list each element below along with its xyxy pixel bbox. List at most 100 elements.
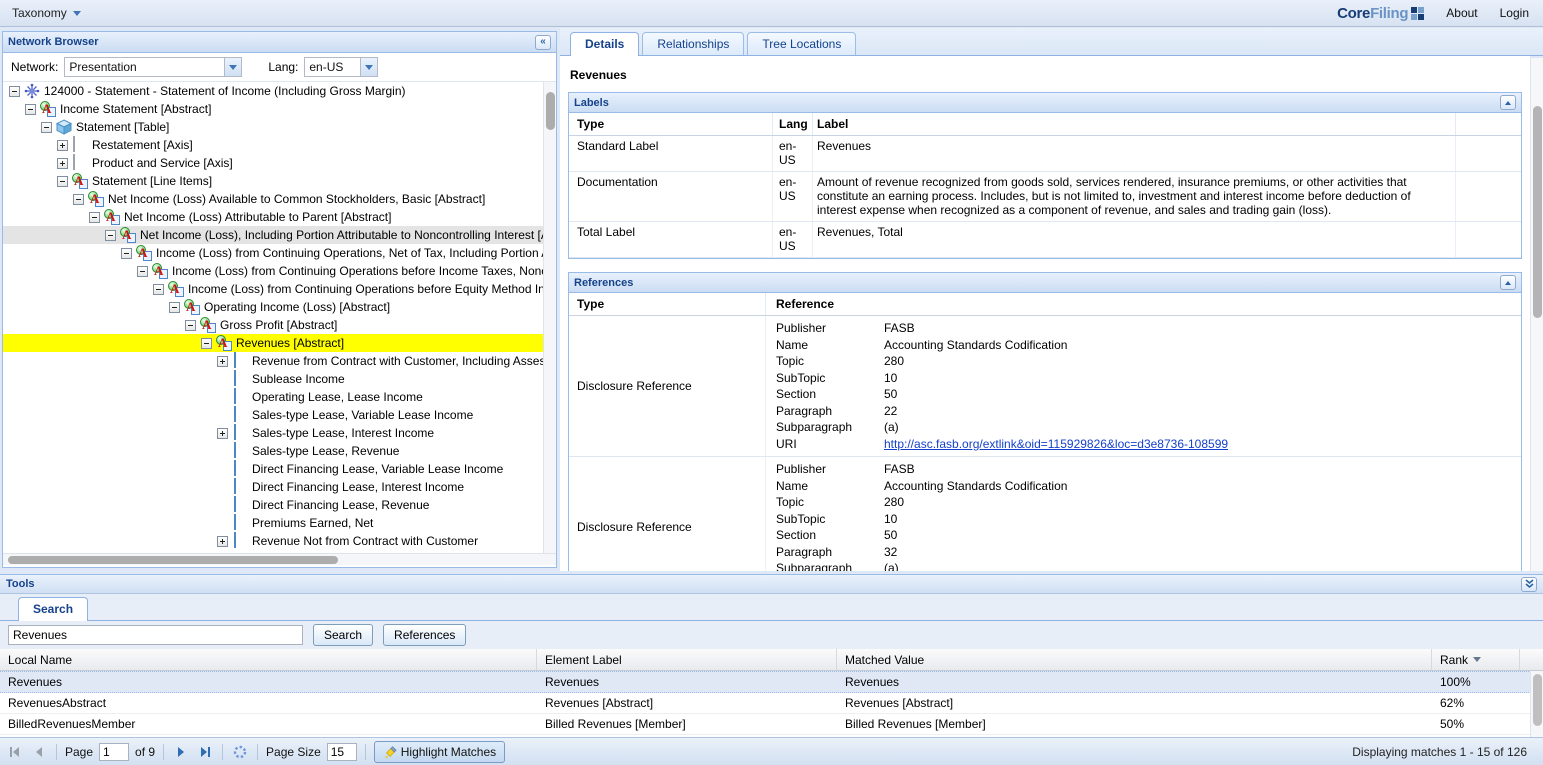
- collapse-toggle[interactable]: [105, 230, 116, 241]
- network-select-dropdown-button[interactable]: [224, 58, 241, 76]
- lang-select[interactable]: en-US: [304, 57, 378, 77]
- collapse-toggle[interactable]: [73, 194, 84, 205]
- collapse-labels-button[interactable]: [1500, 95, 1516, 110]
- tree-row[interactable]: Operating Lease, Lease Income: [3, 388, 543, 406]
- tree-row[interactable]: Direct Financing Lease, Revenue: [3, 496, 543, 514]
- tree-row[interactable]: Statement [Table]: [3, 118, 543, 136]
- results-vertical-scrollbar[interactable]: [1530, 671, 1543, 737]
- tools-tabstrip: Search: [0, 594, 1543, 621]
- tree-row[interactable]: Premiums Earned, Net: [3, 514, 543, 532]
- tree-row[interactable]: Direct Financing Lease, Variable Lease I…: [3, 460, 543, 478]
- collapse-toggle[interactable]: [137, 266, 148, 277]
- reference-field-key: SubTopic: [776, 511, 884, 528]
- reference-uri-link[interactable]: http://asc.fasb.org/extlink&oid=11592982…: [884, 436, 1228, 453]
- concept-icon: [232, 425, 248, 441]
- tree-row[interactable]: AIncome (Loss) from Continuing Operation…: [3, 280, 543, 298]
- cell-local-name: BilledRevenuesMember: [0, 714, 537, 734]
- collapse-toggle[interactable]: [121, 248, 132, 259]
- toolbar-separator: [222, 744, 223, 760]
- labels-section-header: Labels: [569, 93, 1521, 113]
- tab-tree-locations[interactable]: Tree Locations: [747, 32, 856, 55]
- next-page-button[interactable]: [172, 743, 190, 761]
- collapse-toggle[interactable]: [41, 122, 52, 133]
- expand-toggle[interactable]: [217, 428, 228, 439]
- tree-row[interactable]: Direct Financing Lease, Interest Income: [3, 478, 543, 496]
- abstract-element-icon: A: [136, 245, 152, 261]
- expand-toggle[interactable]: [217, 536, 228, 547]
- tab-search[interactable]: Search: [18, 597, 88, 621]
- table-cube-icon: [56, 119, 72, 135]
- tree-row[interactable]: AIncome (Loss) from Continuing Operation…: [3, 262, 543, 280]
- tree-row[interactable]: Sales-type Lease, Variable Lease Income: [3, 406, 543, 424]
- tree-row[interactable]: ARevenues [Abstract]: [3, 334, 543, 352]
- result-row[interactable]: RevenuesRevenuesRevenues100%: [0, 671, 1543, 693]
- collapse-toggle[interactable]: [89, 212, 100, 223]
- tree-row[interactable]: Sales-type Lease, Interest Income: [3, 424, 543, 442]
- expand-toggle[interactable]: [217, 356, 228, 367]
- tree-row[interactable]: ANet Income (Loss) Available to Common S…: [3, 190, 543, 208]
- tab-details[interactable]: Details: [570, 32, 639, 56]
- paging-toolbar: Page of 9 Page Size Highlight Matches Di…: [0, 737, 1543, 765]
- tree-vertical-scrollbar[interactable]: [543, 82, 556, 553]
- results-col-element-label[interactable]: Element Label: [537, 649, 837, 670]
- results-col-matched-value[interactable]: Matched Value: [837, 649, 1432, 670]
- collapse-references-button[interactable]: [1500, 275, 1516, 290]
- tree-row[interactable]: Sales-type Lease, Revenue: [3, 442, 543, 460]
- network-select[interactable]: Presentation: [64, 57, 242, 77]
- collapse-tools-button[interactable]: [1521, 577, 1537, 592]
- reference-field: PublisherFASB: [776, 461, 1521, 478]
- scrollbar-thumb[interactable]: [1533, 106, 1542, 318]
- about-link[interactable]: About: [1446, 6, 1477, 20]
- tree-row[interactable]: Sublease Income: [3, 370, 543, 388]
- collapse-left-panel-button[interactable]: «: [535, 35, 551, 50]
- tab-relationships[interactable]: Relationships: [642, 32, 744, 55]
- results-col-rank[interactable]: Rank: [1432, 649, 1520, 670]
- search-input[interactable]: [8, 625, 303, 645]
- expand-toggle[interactable]: [57, 140, 68, 151]
- taxonomy-menu[interactable]: Taxonomy: [0, 0, 93, 26]
- first-page-button[interactable]: [6, 743, 24, 761]
- references-button[interactable]: References: [383, 624, 466, 646]
- tree-row[interactable]: 124000 - Statement - Statement of Income…: [3, 82, 543, 100]
- last-page-button[interactable]: [196, 743, 214, 761]
- collapse-toggle[interactable]: [25, 104, 36, 115]
- tree-horizontal-scrollbar[interactable]: [3, 553, 556, 565]
- tree-row[interactable]: AIncome (Loss) from Continuing Operation…: [3, 244, 543, 262]
- tree-row[interactable]: ANet Income (Loss) Attributable to Paren…: [3, 208, 543, 226]
- highlight-matches-button[interactable]: Highlight Matches: [374, 741, 505, 763]
- refresh-button[interactable]: [231, 743, 249, 761]
- tree-row[interactable]: Revenue from Contract with Customer, Inc…: [3, 352, 543, 370]
- login-link[interactable]: Login: [1500, 6, 1529, 20]
- result-row[interactable]: BilledRevenuesMemberBilled Revenues [Mem…: [0, 714, 1543, 735]
- scrollbar-thumb[interactable]: [8, 556, 338, 564]
- collapse-up-icon: [1505, 281, 1511, 285]
- collapse-toggle[interactable]: [9, 86, 20, 97]
- label-row: Total Labelen-USRevenues, Total: [569, 222, 1521, 258]
- search-button[interactable]: Search: [313, 624, 373, 646]
- scrollbar-thumb[interactable]: [546, 92, 555, 130]
- details-vertical-scrollbar[interactable]: [1530, 58, 1543, 571]
- abstract-element-icon: A: [216, 335, 232, 351]
- collapse-toggle[interactable]: [57, 176, 68, 187]
- results-col-local-name[interactable]: Local Name: [0, 649, 537, 670]
- tree-row[interactable]: AIncome Statement [Abstract]: [3, 100, 543, 118]
- collapse-toggle[interactable]: [153, 284, 164, 295]
- result-row[interactable]: RevenuesAbstractRevenues [Abstract]Reven…: [0, 693, 1543, 714]
- page-number-input[interactable]: [99, 743, 129, 761]
- expand-toggle[interactable]: [57, 158, 68, 169]
- lang-select-dropdown-button[interactable]: [360, 58, 377, 76]
- tree-row[interactable]: ANet Income (Loss), Including Portion At…: [3, 226, 543, 244]
- tree-row[interactable]: Product and Service [Axis]: [3, 154, 543, 172]
- references-section-title: References: [574, 277, 633, 289]
- tree-row[interactable]: AGross Profit [Abstract]: [3, 316, 543, 334]
- page-size-input[interactable]: [327, 743, 357, 761]
- tree-row[interactable]: AStatement [Line Items]: [3, 172, 543, 190]
- tree-row[interactable]: Revenue Not from Contract with Customer: [3, 532, 543, 550]
- collapse-toggle[interactable]: [201, 338, 212, 349]
- scrollbar-thumb[interactable]: [1533, 674, 1542, 726]
- previous-page-button[interactable]: [30, 743, 48, 761]
- tree-row[interactable]: AOperating Income (Loss) [Abstract]: [3, 298, 543, 316]
- collapse-toggle[interactable]: [169, 302, 180, 313]
- tree-row[interactable]: Restatement [Axis]: [3, 136, 543, 154]
- collapse-toggle[interactable]: [185, 320, 196, 331]
